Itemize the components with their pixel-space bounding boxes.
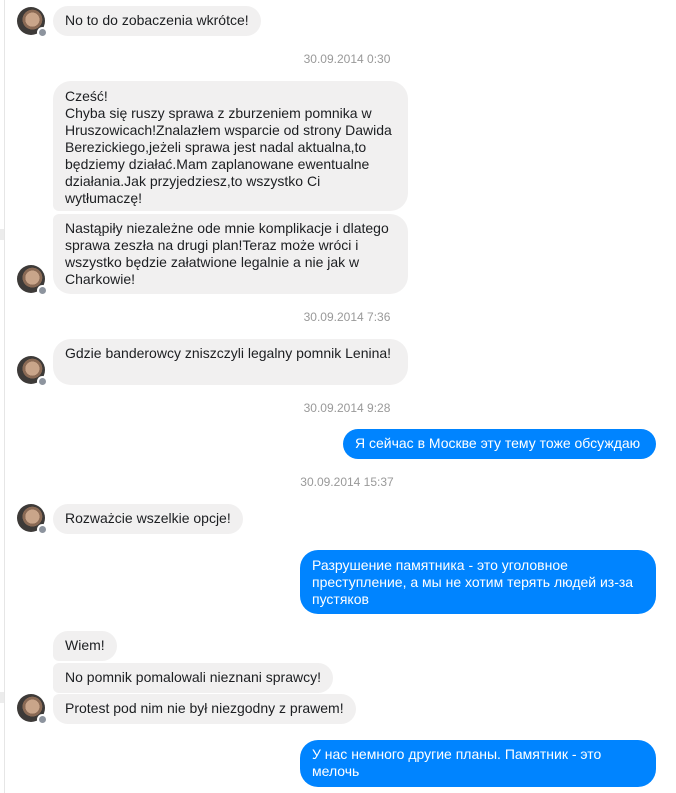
contact-avatar[interactable] [17,504,48,535]
messenger-badge-icon [37,27,48,38]
incoming-message-bubble[interactable]: Cześć! Chyba się ruszy sprawa z zburzeni… [53,81,408,211]
incoming-message-bubble[interactable]: Gdzie banderowcy zniszczyli legalny pomn… [53,339,408,385]
messenger-badge-icon [37,376,48,387]
messenger-badge-icon [37,285,48,296]
outgoing-message-bubble[interactable]: У нас немного другие планы. Памятник - э… [300,740,656,787]
conversation-left-border [4,0,5,793]
message-timestamp: 30.09.2014 15:37 [300,475,394,489]
scroll-edge-marker [0,229,4,240]
message-timestamp: 30.09.2014 9:28 [303,401,391,415]
contact-avatar[interactable] [17,7,48,38]
message-timestamp: 30.09.2014 0:30 [303,52,391,66]
contact-avatar[interactable] [17,694,48,725]
incoming-message-bubble[interactable]: No pomnik pomalowali nieznani sprawcy! [53,663,334,693]
contact-avatar[interactable] [17,265,48,296]
incoming-message-bubble[interactable]: Rozważcie wszelkie opcje! [53,504,243,534]
messenger-badge-icon [37,524,48,535]
incoming-message-bubble[interactable]: No to do zobaczenia wkrótce! [53,6,261,36]
outgoing-message-bubble[interactable]: Я сейчас в Москве эту тему тоже обсуждаю [343,429,656,459]
incoming-message-bubble[interactable]: Protest pod nim nie był niezgodny z praw… [53,694,356,724]
contact-avatar[interactable] [17,356,48,387]
incoming-message-bubble[interactable]: Nastąpiły niezależne ode mnie komplikacj… [53,214,408,294]
outgoing-message-bubble[interactable]: Разрушение памятника - это уголовное пре… [300,550,656,614]
messenger-badge-icon [37,714,48,725]
incoming-message-bubble[interactable]: Wiem! [53,631,117,661]
message-timestamp: 30.09.2014 7:36 [303,310,391,324]
scroll-edge-marker [0,692,4,703]
